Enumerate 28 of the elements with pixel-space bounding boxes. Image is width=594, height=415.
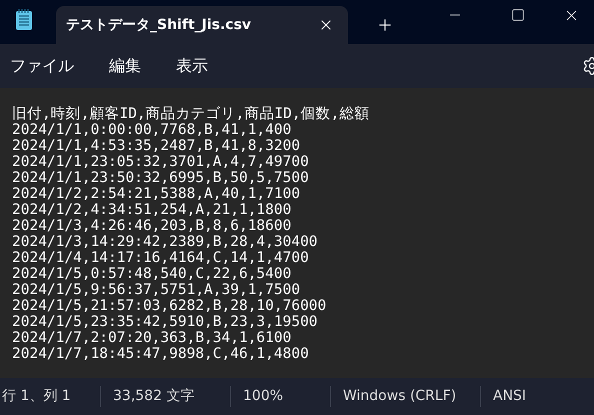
maximize-icon[interactable] [511, 8, 525, 22]
status-text: 行 1、列 1 [2, 387, 71, 406]
text-line: 2024/1/3,4:26:46,203,B,8,6,18600 [12, 218, 292, 234]
menu-item[interactable]: 編集 [109, 54, 141, 78]
text-line: 2024/1/5,0:57:48,540,C,22,6,5400 [12, 266, 292, 282]
text-line: 2024/1/1,23:05:32,3701,A,4,7,49700 [12, 154, 309, 170]
text-line: 2024/1/7,2:07:20,363,B,34,1,6100 [12, 330, 292, 346]
text-line: 2024/1/5,9:56:37,5751,A,39,1,7500 [12, 282, 300, 298]
text-line: 2024/1/3,14:29:42,2389,B,28,4,30400 [12, 234, 318, 250]
text-line: 2024/1/1,23:50:32,6995,B,50,5,7500 [12, 170, 309, 186]
status-text: ANSI [493, 387, 526, 406]
status-text: 100% [243, 387, 284, 406]
notepad-icon [14, 8, 34, 32]
text-line: 2024/1/4,14:17:16,4164,C,14,1,4700 [12, 250, 309, 266]
text-line: 2024/1/5,23:35:42,5910,B,23,3,19500 [12, 314, 318, 330]
status-text: 33,582 文字 [113, 387, 194, 406]
text-line: 2024/1/5,21:57:03,6282,B,28,10,76000 [12, 298, 326, 314]
text-line: 2024/1/7,18:45:47,9898,C,46,1,4800 [12, 346, 309, 362]
text-line: 2024/1/2,4:34:51,254,A,21,1,1800 [12, 202, 292, 218]
text-line: 2024/1/1,4:53:35,2487,B,41,8,3200 [12, 138, 300, 154]
status-text: Windows (CRLF) [343, 387, 456, 406]
text-line: 旧付,時刻,顧客ID,商品カテゴリ,商品ID,個数,総額 [12, 106, 370, 122]
text-line: 2024/1/2,2:54:21,5388,A,40,1,7100 [12, 186, 300, 202]
menu-item[interactable]: 表示 [176, 54, 208, 78]
tab-title: テストデータ_Shift_Jis.csv [66, 16, 252, 34]
file-tab[interactable]: テストデータ_Shift_Jis.csv [56, 6, 348, 44]
text-line: 2024/1/1,0:00:00,7768,B,41,1,400 [12, 122, 292, 138]
menu-item[interactable]: ファイル [10, 54, 74, 78]
